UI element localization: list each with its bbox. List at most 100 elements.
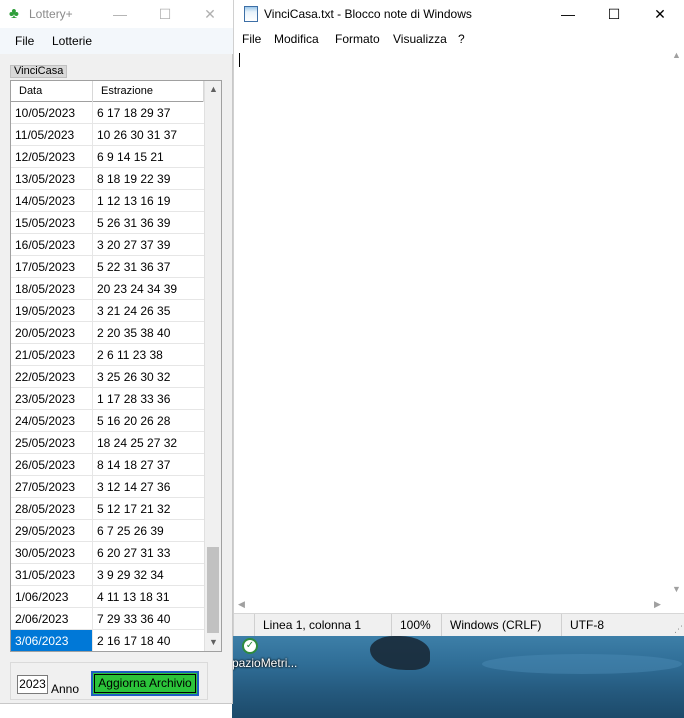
update-archive-button[interactable]: Aggiorna Archivio: [91, 671, 199, 696]
draw-cell[interactable]: 5 12 17 21 32: [93, 498, 204, 520]
draw-cell[interactable]: 5 22 31 36 37: [93, 256, 204, 278]
scroll-right-icon[interactable]: ▶: [654, 599, 661, 610]
table-row[interactable]: 20/05/2023 2 20 35 38 40: [11, 322, 204, 344]
draw-cell[interactable]: 3 21 24 26 35: [93, 300, 204, 322]
table-row[interactable]: 31/05/2023 3 9 29 32 34: [11, 564, 204, 586]
table-row[interactable]: 24/05/2023 5 16 20 26 28: [11, 410, 204, 432]
menu-help[interactable]: ?: [458, 32, 465, 46]
table-row[interactable]: 30/05/2023 6 20 27 31 33: [11, 542, 204, 564]
draw-cell[interactable]: 5 16 20 26 28: [93, 410, 204, 432]
draw-cell[interactable]: 7 29 33 36 40: [93, 608, 204, 630]
table-row[interactable]: 19/05/2023 3 21 24 26 35: [11, 300, 204, 322]
draw-cell[interactable]: 3 25 26 30 32: [93, 366, 204, 388]
date-cell[interactable]: 27/05/2023: [11, 476, 93, 498]
date-cell[interactable]: 29/05/2023: [11, 520, 93, 542]
scroll-up-icon[interactable]: ▲: [672, 50, 681, 60]
vertical-scrollbar[interactable]: ▲ ▼: [204, 81, 221, 651]
draw-cell[interactable]: 8 18 19 22 39: [93, 168, 204, 190]
resize-grip-icon[interactable]: ⋰: [674, 624, 683, 635]
table-row[interactable]: 17/05/2023 5 22 31 36 37: [11, 256, 204, 278]
column-header-date[interactable]: Data: [11, 81, 93, 102]
tab-vincicasa[interactable]: VinciCasa: [10, 65, 68, 78]
maximize-button[interactable]: ☐: [155, 4, 175, 24]
scroll-up-icon[interactable]: ▲: [205, 81, 221, 98]
table-row[interactable]: 27/05/2023 3 12 14 27 36: [11, 476, 204, 498]
draw-cell[interactable]: 6 7 25 26 39: [93, 520, 204, 542]
scroll-down-icon[interactable]: ▼: [205, 634, 221, 651]
horizontal-scrollbar[interactable]: ◀ ▶: [234, 597, 668, 613]
table-row[interactable]: 13/05/2023 8 18 19 22 39: [11, 168, 204, 190]
date-cell[interactable]: 28/05/2023: [11, 498, 93, 520]
date-cell[interactable]: 2/06/2023: [11, 608, 93, 630]
table-row[interactable]: 12/05/2023 6 9 14 15 21: [11, 146, 204, 168]
table-row[interactable]: 22/05/2023 3 25 26 30 32: [11, 366, 204, 388]
draw-cell[interactable]: 18 24 25 27 32: [93, 432, 204, 454]
date-cell[interactable]: 20/05/2023: [11, 322, 93, 344]
table-row[interactable]: 21/05/2023 2 6 11 23 38: [11, 344, 204, 366]
date-cell[interactable]: 23/05/2023: [11, 388, 93, 410]
table-row[interactable]: 28/05/2023 5 12 17 21 32: [11, 498, 204, 520]
menu-modifica[interactable]: Modifica: [274, 32, 319, 46]
date-cell[interactable]: 3/06/2023: [11, 630, 93, 651]
draw-cell[interactable]: 4 11 13 18 31: [93, 586, 204, 608]
table-row[interactable]: 29/05/2023 6 7 25 26 39: [11, 520, 204, 542]
draw-cell[interactable]: 10 26 30 31 37: [93, 124, 204, 146]
draw-cell[interactable]: 3 20 27 37 39: [93, 234, 204, 256]
menu-file[interactable]: File: [242, 32, 261, 46]
date-cell[interactable]: 15/05/2023: [11, 212, 93, 234]
close-button[interactable]: ✕: [200, 4, 220, 24]
menu-lotterie[interactable]: Lotterie: [52, 34, 92, 48]
table-row[interactable]: 25/05/2023 18 24 25 27 32: [11, 432, 204, 454]
minimize-button[interactable]: —: [110, 4, 130, 24]
table-row[interactable]: 23/05/2023 1 17 28 33 36: [11, 388, 204, 410]
draw-cell[interactable]: 6 20 27 31 33: [93, 542, 204, 564]
date-cell[interactable]: 13/05/2023: [11, 168, 93, 190]
date-cell[interactable]: 21/05/2023: [11, 344, 93, 366]
date-cell[interactable]: 26/05/2023: [11, 454, 93, 476]
title-bar[interactable]: ♣ Lottery+ — ☐ ✕: [0, 0, 233, 28]
scrollbar-thumb[interactable]: [207, 547, 219, 633]
date-cell[interactable]: 19/05/2023: [11, 300, 93, 322]
column-header-draw[interactable]: Estrazione: [93, 81, 204, 102]
vertical-scrollbar[interactable]: ▲ ▼: [668, 48, 684, 597]
scroll-left-icon[interactable]: ◀: [238, 599, 245, 610]
date-cell[interactable]: 11/05/2023: [11, 124, 93, 146]
date-cell[interactable]: 12/05/2023: [11, 146, 93, 168]
date-cell[interactable]: 1/06/2023: [11, 586, 93, 608]
table-row[interactable]: 15/05/2023 5 26 31 36 39: [11, 212, 204, 234]
draw-cell[interactable]: 1 12 13 16 19: [93, 190, 204, 212]
draws-table[interactable]: Data Estrazione 10/05/2023 6 17 18 29 37 1…: [10, 80, 222, 652]
scroll-down-icon[interactable]: ▼: [672, 584, 681, 594]
date-cell[interactable]: 31/05/2023: [11, 564, 93, 586]
close-button[interactable]: ✕: [648, 4, 672, 24]
date-cell[interactable]: 10/05/2023: [11, 102, 93, 124]
date-cell[interactable]: 24/05/2023: [11, 410, 93, 432]
draw-cell[interactable]: 8 14 18 27 37: [93, 454, 204, 476]
desktop-shortcut-label[interactable]: pazioMetri...: [232, 656, 297, 670]
date-cell[interactable]: 22/05/2023: [11, 366, 93, 388]
table-row[interactable]: 10/05/2023 6 17 18 29 37: [11, 102, 204, 124]
year-input[interactable]: 2023: [17, 675, 48, 694]
date-cell[interactable]: 18/05/2023: [11, 278, 93, 300]
table-row[interactable]: 18/05/2023 20 23 24 34 39: [11, 278, 204, 300]
table-row[interactable]: 2/06/2023 7 29 33 36 40: [11, 608, 204, 630]
table-row[interactable]: 3/06/2023 2 16 17 18 40: [11, 630, 204, 651]
draw-cell[interactable]: 3 12 14 27 36: [93, 476, 204, 498]
draw-cell[interactable]: 3 9 29 32 34: [93, 564, 204, 586]
draw-cell[interactable]: 2 6 11 23 38: [93, 344, 204, 366]
text-editor[interactable]: [234, 48, 668, 597]
draw-cell[interactable]: 20 23 24 34 39: [93, 278, 204, 300]
table-row[interactable]: 26/05/2023 8 14 18 27 37: [11, 454, 204, 476]
draw-cell[interactable]: 2 20 35 38 40: [93, 322, 204, 344]
draw-cell[interactable]: 1 17 28 33 36: [93, 388, 204, 410]
menu-visualizza[interactable]: Visualizza: [393, 32, 447, 46]
menu-file[interactable]: File: [15, 34, 34, 48]
draw-cell[interactable]: 6 9 14 15 21: [93, 146, 204, 168]
menu-formato[interactable]: Formato: [335, 32, 380, 46]
table-row[interactable]: 11/05/2023 10 26 30 31 37: [11, 124, 204, 146]
draw-cell[interactable]: 5 26 31 36 39: [93, 212, 204, 234]
title-bar[interactable]: VinciCasa.txt - Blocco note di Windows —…: [234, 0, 684, 28]
table-row[interactable]: 16/05/2023 3 20 27 37 39: [11, 234, 204, 256]
date-cell[interactable]: 25/05/2023: [11, 432, 93, 454]
draw-cell[interactable]: 2 16 17 18 40: [93, 630, 204, 651]
